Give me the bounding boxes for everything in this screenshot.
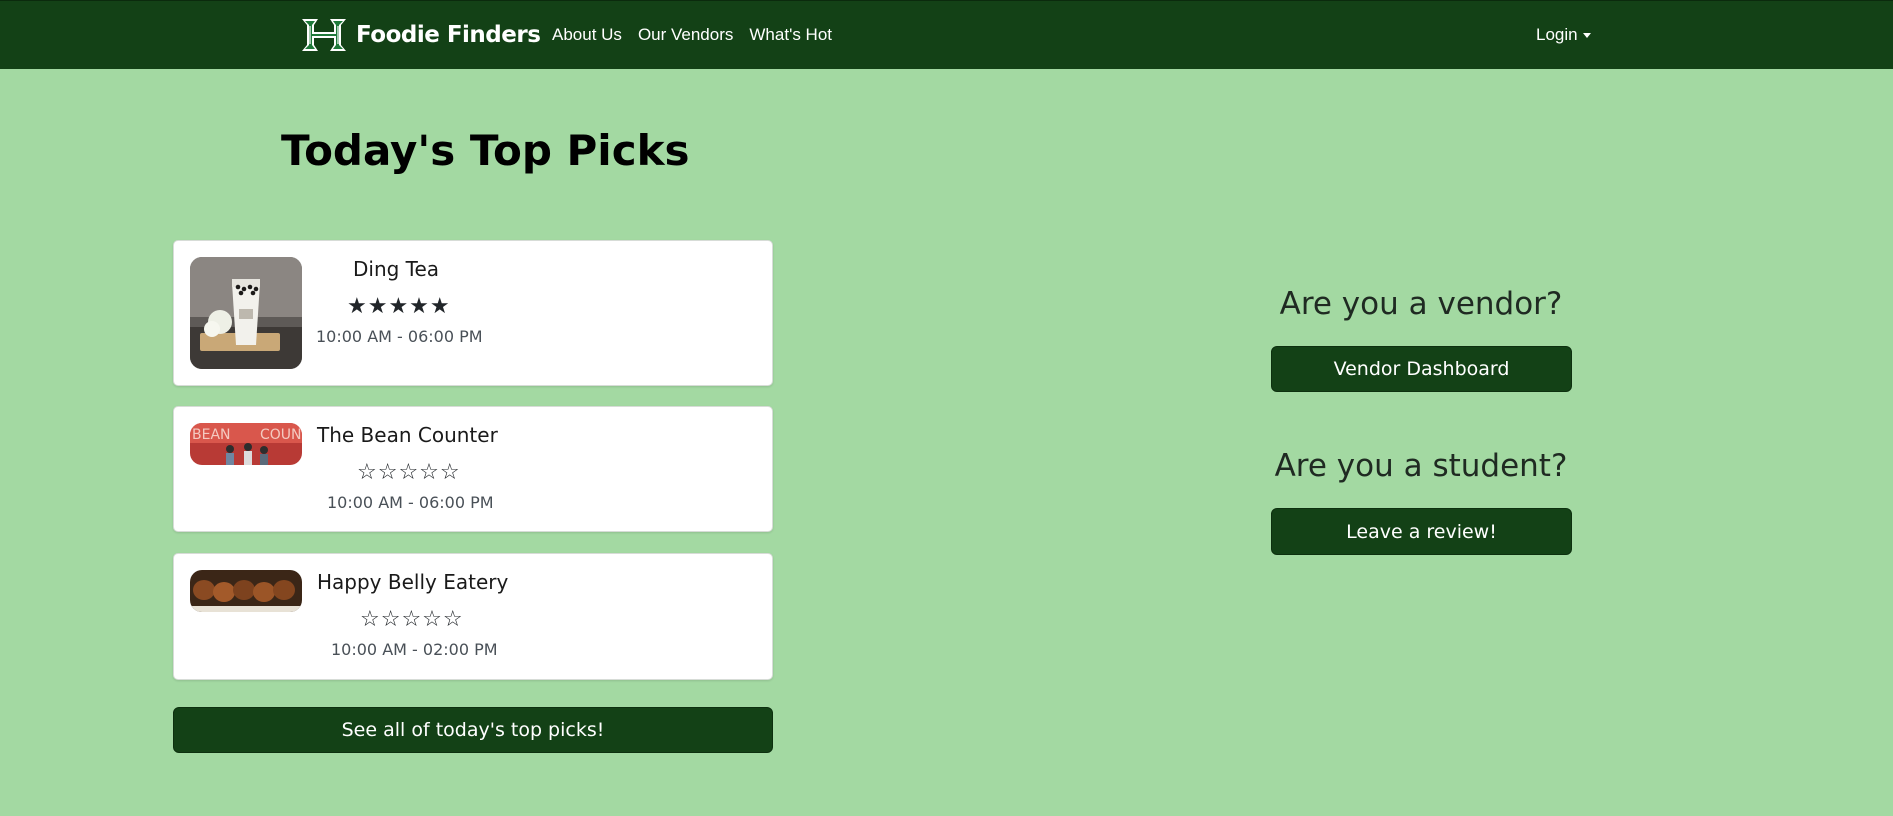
vendor-name: The Bean Counter [317, 423, 498, 447]
happy-belly-image [190, 570, 302, 612]
nav-links: About Us Our Vendors What's Hot [552, 25, 832, 45]
rating-stars: ★★★★★ [347, 293, 451, 318]
login-label: Login [1536, 25, 1578, 44]
vendor-hours: 10:00 AM - 02:00 PM [331, 640, 498, 659]
rating-stars: ☆☆☆☆☆ [360, 606, 464, 631]
vendor-card[interactable]: BEAN COUN The Bean Counter ☆☆☆☆☆ 10:00 A… [173, 406, 773, 532]
vendor-name: Happy Belly Eatery [317, 570, 509, 594]
login-dropdown[interactable]: Login [1536, 25, 1591, 45]
leave-review-button[interactable]: Leave a review! [1271, 508, 1572, 555]
vendor-name: Ding Tea [353, 257, 440, 281]
vendor-hours: 10:00 AM - 06:00 PM [327, 493, 494, 512]
navbar: Foodie Finders About Us Our Vendors What… [0, 0, 1893, 69]
brand-name: Foodie Finders [356, 22, 541, 48]
student-heading: Are you a student? [1274, 448, 1568, 484]
h-logo-icon [302, 19, 346, 51]
see-all-top-picks-button[interactable]: See all of today's top picks! [173, 707, 773, 753]
bean-counter-image: BEAN COUN [190, 423, 302, 465]
nav-our-vendors[interactable]: Our Vendors [638, 25, 733, 45]
ding-tea-image [190, 257, 302, 369]
vendor-dashboard-button[interactable]: Vendor Dashboard [1271, 346, 1572, 392]
caret-down-icon [1582, 32, 1591, 38]
vendor-card[interactable]: Happy Belly Eatery ☆☆☆☆☆ 10:00 AM - 02:0… [173, 553, 773, 680]
vendor-hours: 10:00 AM - 06:00 PM [316, 327, 483, 346]
svg-text:COUN: COUN [260, 427, 302, 443]
nav-about-us[interactable]: About Us [552, 25, 622, 45]
rating-stars: ☆☆☆☆☆ [357, 459, 461, 484]
brand-link[interactable]: Foodie Finders [300, 15, 541, 55]
vendor-heading: Are you a vendor? [1279, 286, 1563, 322]
vendor-card[interactable]: Ding Tea ★★★★★ 10:00 AM - 06:00 PM [173, 240, 773, 386]
page-title: Today's Top Picks [281, 126, 690, 175]
svg-text:BEAN: BEAN [192, 427, 231, 443]
nav-whats-hot[interactable]: What's Hot [749, 25, 832, 45]
